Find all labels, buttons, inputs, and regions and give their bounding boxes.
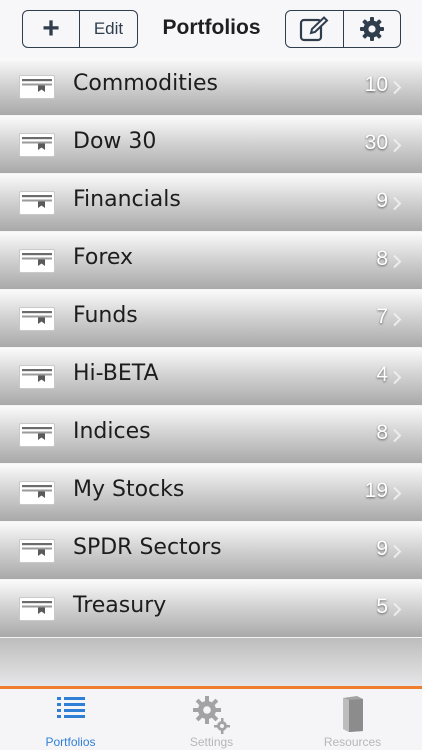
compose-button[interactable] [286,11,343,47]
edit-button[interactable]: Edit [79,11,137,47]
portfolio-name: Dow 30 [73,129,157,154]
gears-icon [192,696,230,734]
chevron-right-icon [393,486,402,501]
chevron-right-icon [393,254,402,269]
chevron-right-icon [393,196,402,211]
portfolio-folder-icon [19,481,55,505]
portfolio-folder-icon [19,539,55,563]
settings-button[interactable] [342,11,401,47]
portfolio-count: 9 [376,189,388,212]
list-empty-area [0,638,422,686]
portfolio-count: 7 [376,305,388,328]
portfolio-row[interactable]: Hi-BETA 4 [0,348,422,405]
portfolio-folder-icon [19,249,55,273]
portfolio-name: Hi-BETA [73,361,159,386]
portfolio-count: 8 [376,247,388,270]
portfolio-count: 19 [364,479,388,502]
portfolio-row[interactable]: Treasury 5 [0,580,422,637]
portfolio-count: 30 [364,131,388,154]
portfolio-name: SPDR Sectors [73,535,222,560]
portfolio-name: Forex [73,245,134,270]
portfolio-folder-icon [19,365,55,389]
portfolio-folder-icon [19,423,55,447]
portfolio-row[interactable]: Forex 8 [0,232,422,289]
portfolio-count: 10 [364,73,388,96]
portfolio-count: 8 [376,421,388,444]
portfolio-name: Financials [73,187,181,212]
portfolio-row[interactable]: Commodities 10 [0,58,422,115]
add-portfolio-button[interactable]: + [23,11,79,47]
portfolio-name: Treasury [73,593,167,618]
book-icon [342,696,363,732]
portfolio-name: Indices [73,419,151,444]
tab-portfolios[interactable]: Portfolios [0,689,141,750]
portfolio-count: 9 [376,537,388,560]
chevron-right-icon [393,428,402,443]
tab-resources[interactable]: Resources [282,689,422,750]
tab-bar: Portfolios Settings Resources [0,686,422,750]
portfolio-folder-icon [19,597,55,621]
chevron-right-icon [393,544,402,559]
chevron-right-icon [393,370,402,385]
chevron-right-icon [393,80,402,95]
portfolio-folder-icon [19,133,55,157]
portfolio-row[interactable]: Funds 7 [0,290,422,347]
portfolio-folder-icon [19,75,55,99]
portfolio-count: 4 [376,363,388,386]
tab-label: Portfolios [45,735,96,749]
portfolio-name: My Stocks [73,477,185,502]
chevron-right-icon [393,602,402,617]
list-icon [56,697,85,718]
chevron-right-icon [393,138,402,153]
left-button-group: + Edit [22,10,138,48]
page-title: Portfolios [162,16,261,39]
navigation-bar: + Edit Portfolios [0,0,422,58]
portfolio-count: 5 [376,595,388,618]
gear-icon [359,17,384,41]
tab-label: Resources [323,735,382,749]
chevron-right-icon [393,312,402,327]
portfolio-row[interactable]: My Stocks 19 [0,464,422,521]
portfolio-folder-icon [19,191,55,215]
portfolio-name: Funds [73,303,138,328]
portfolio-row[interactable]: Financials 9 [0,174,422,231]
portfolio-row[interactable]: Dow 30 30 [0,116,422,173]
tab-settings[interactable]: Settings [141,689,282,750]
portfolio-name: Commodities [73,71,218,96]
right-button-group [285,10,401,48]
compose-icon [300,16,329,42]
tab-label: Settings [189,735,234,749]
portfolio-row[interactable]: SPDR Sectors 9 [0,522,422,579]
portfolio-folder-icon [19,307,55,331]
portfolio-list: Commodities 10 Dow 30 30 Financials 9 Fo… [0,58,422,638]
portfolio-row[interactable]: Indices 8 [0,406,422,463]
